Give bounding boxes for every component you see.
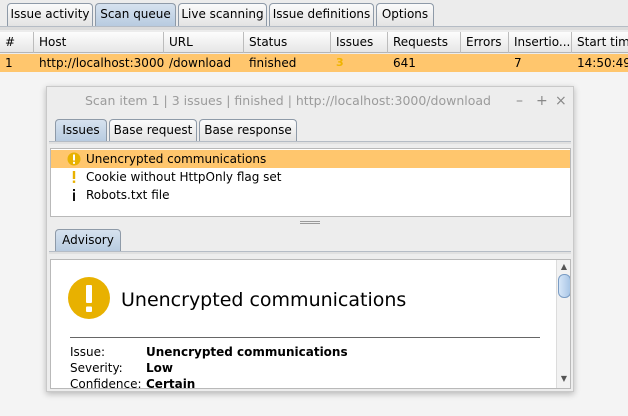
issue-label: Robots.txt file [86,188,170,202]
top-tab-bar: Issue activity Scan queue Live scanning … [0,0,628,30]
tab-issues[interactable]: Issues [55,119,107,141]
field-label: Confidence: [70,377,142,389]
cell-status: finished [249,56,297,70]
tab-base-response[interactable]: Base response [199,119,297,141]
column-header-insertion[interactable]: Insertio... [509,32,572,53]
tab-options[interactable]: Options [376,3,434,26]
warning-circle-icon [68,277,110,319]
scroll-down-icon[interactable]: ▼ [559,374,569,384]
window-title[interactable]: Scan item 1 | 3 issues | finished | http… [47,87,573,115]
issue-label: Unencrypted communications [86,152,267,166]
advisory-scrollbar[interactable]: ▲ ▼ [556,260,570,388]
tab-scan-queue[interactable]: Scan queue [95,3,176,26]
field-value: Unencrypted communications [146,345,348,359]
cell-host: http://localhost:3000 [39,56,164,70]
tab-issue-definitions[interactable]: Issue definitions [269,3,374,26]
tab-underline [0,26,628,30]
tab-underline [49,141,571,144]
tab-base-request[interactable]: Base request [109,119,197,141]
table-row[interactable]: 1 http://localhost:3000 /download finish… [0,54,628,72]
minimize-button[interactable]: – [516,87,523,115]
field-label: Severity: [70,361,123,375]
cell-issues: 3 [336,56,344,69]
cell-insertion: 7 [514,56,522,70]
scroll-thumb[interactable] [558,274,570,298]
tab-live-scanning[interactable]: Live scanning [178,3,267,26]
cell-errors [461,54,509,72]
exclamation-icon [72,171,76,183]
field-value: Low [146,361,173,375]
divider [70,337,540,338]
column-header-status[interactable]: Status [244,32,331,53]
field-label: Issue: [70,345,106,359]
column-header-number[interactable]: # [0,32,34,53]
queue-table-header: # Host URL Status Issues Requests Errors… [0,32,628,53]
tab-underline [49,251,571,254]
list-item[interactable]: Robots.txt file [51,186,570,204]
column-header-issues[interactable]: Issues [331,32,388,53]
advisory-title: Unencrypted communications [121,289,407,311]
cell-start-time: 14:50:49 [577,56,628,70]
warning-circle-icon [67,152,81,166]
close-button[interactable]: × [555,87,567,115]
pane-splitter[interactable] [50,219,571,225]
tab-issue-activity[interactable]: Issue activity [7,3,93,26]
cell-number: 1 [5,56,13,70]
info-icon [73,189,75,201]
maximize-button[interactable]: + [536,87,548,115]
cell-url: /download [169,56,232,70]
scroll-up-icon[interactable]: ▲ [559,262,569,272]
field-value: Certain [146,377,196,389]
issue-list: Unencrypted communications Cookie withou… [50,148,571,217]
cell-requests: 641 [393,56,416,70]
list-item[interactable]: Unencrypted communications [51,150,570,168]
splitter-grip-icon [300,221,320,224]
column-header-errors[interactable]: Errors [461,32,509,53]
column-header-requests[interactable]: Requests [388,32,461,53]
column-header-host[interactable]: Host [34,32,164,53]
advisory-pane: Unencrypted communications Issue: Unencr… [50,259,571,389]
list-item[interactable]: Cookie without HttpOnly flag set [51,168,570,186]
column-header-url[interactable]: URL [164,32,244,53]
issue-label: Cookie without HttpOnly flag set [86,170,282,184]
tab-advisory[interactable]: Advisory [55,229,121,251]
scan-item-window: Scan item 1 | 3 issues | finished | http… [46,86,574,392]
column-header-start-time[interactable]: Start time [572,32,628,53]
